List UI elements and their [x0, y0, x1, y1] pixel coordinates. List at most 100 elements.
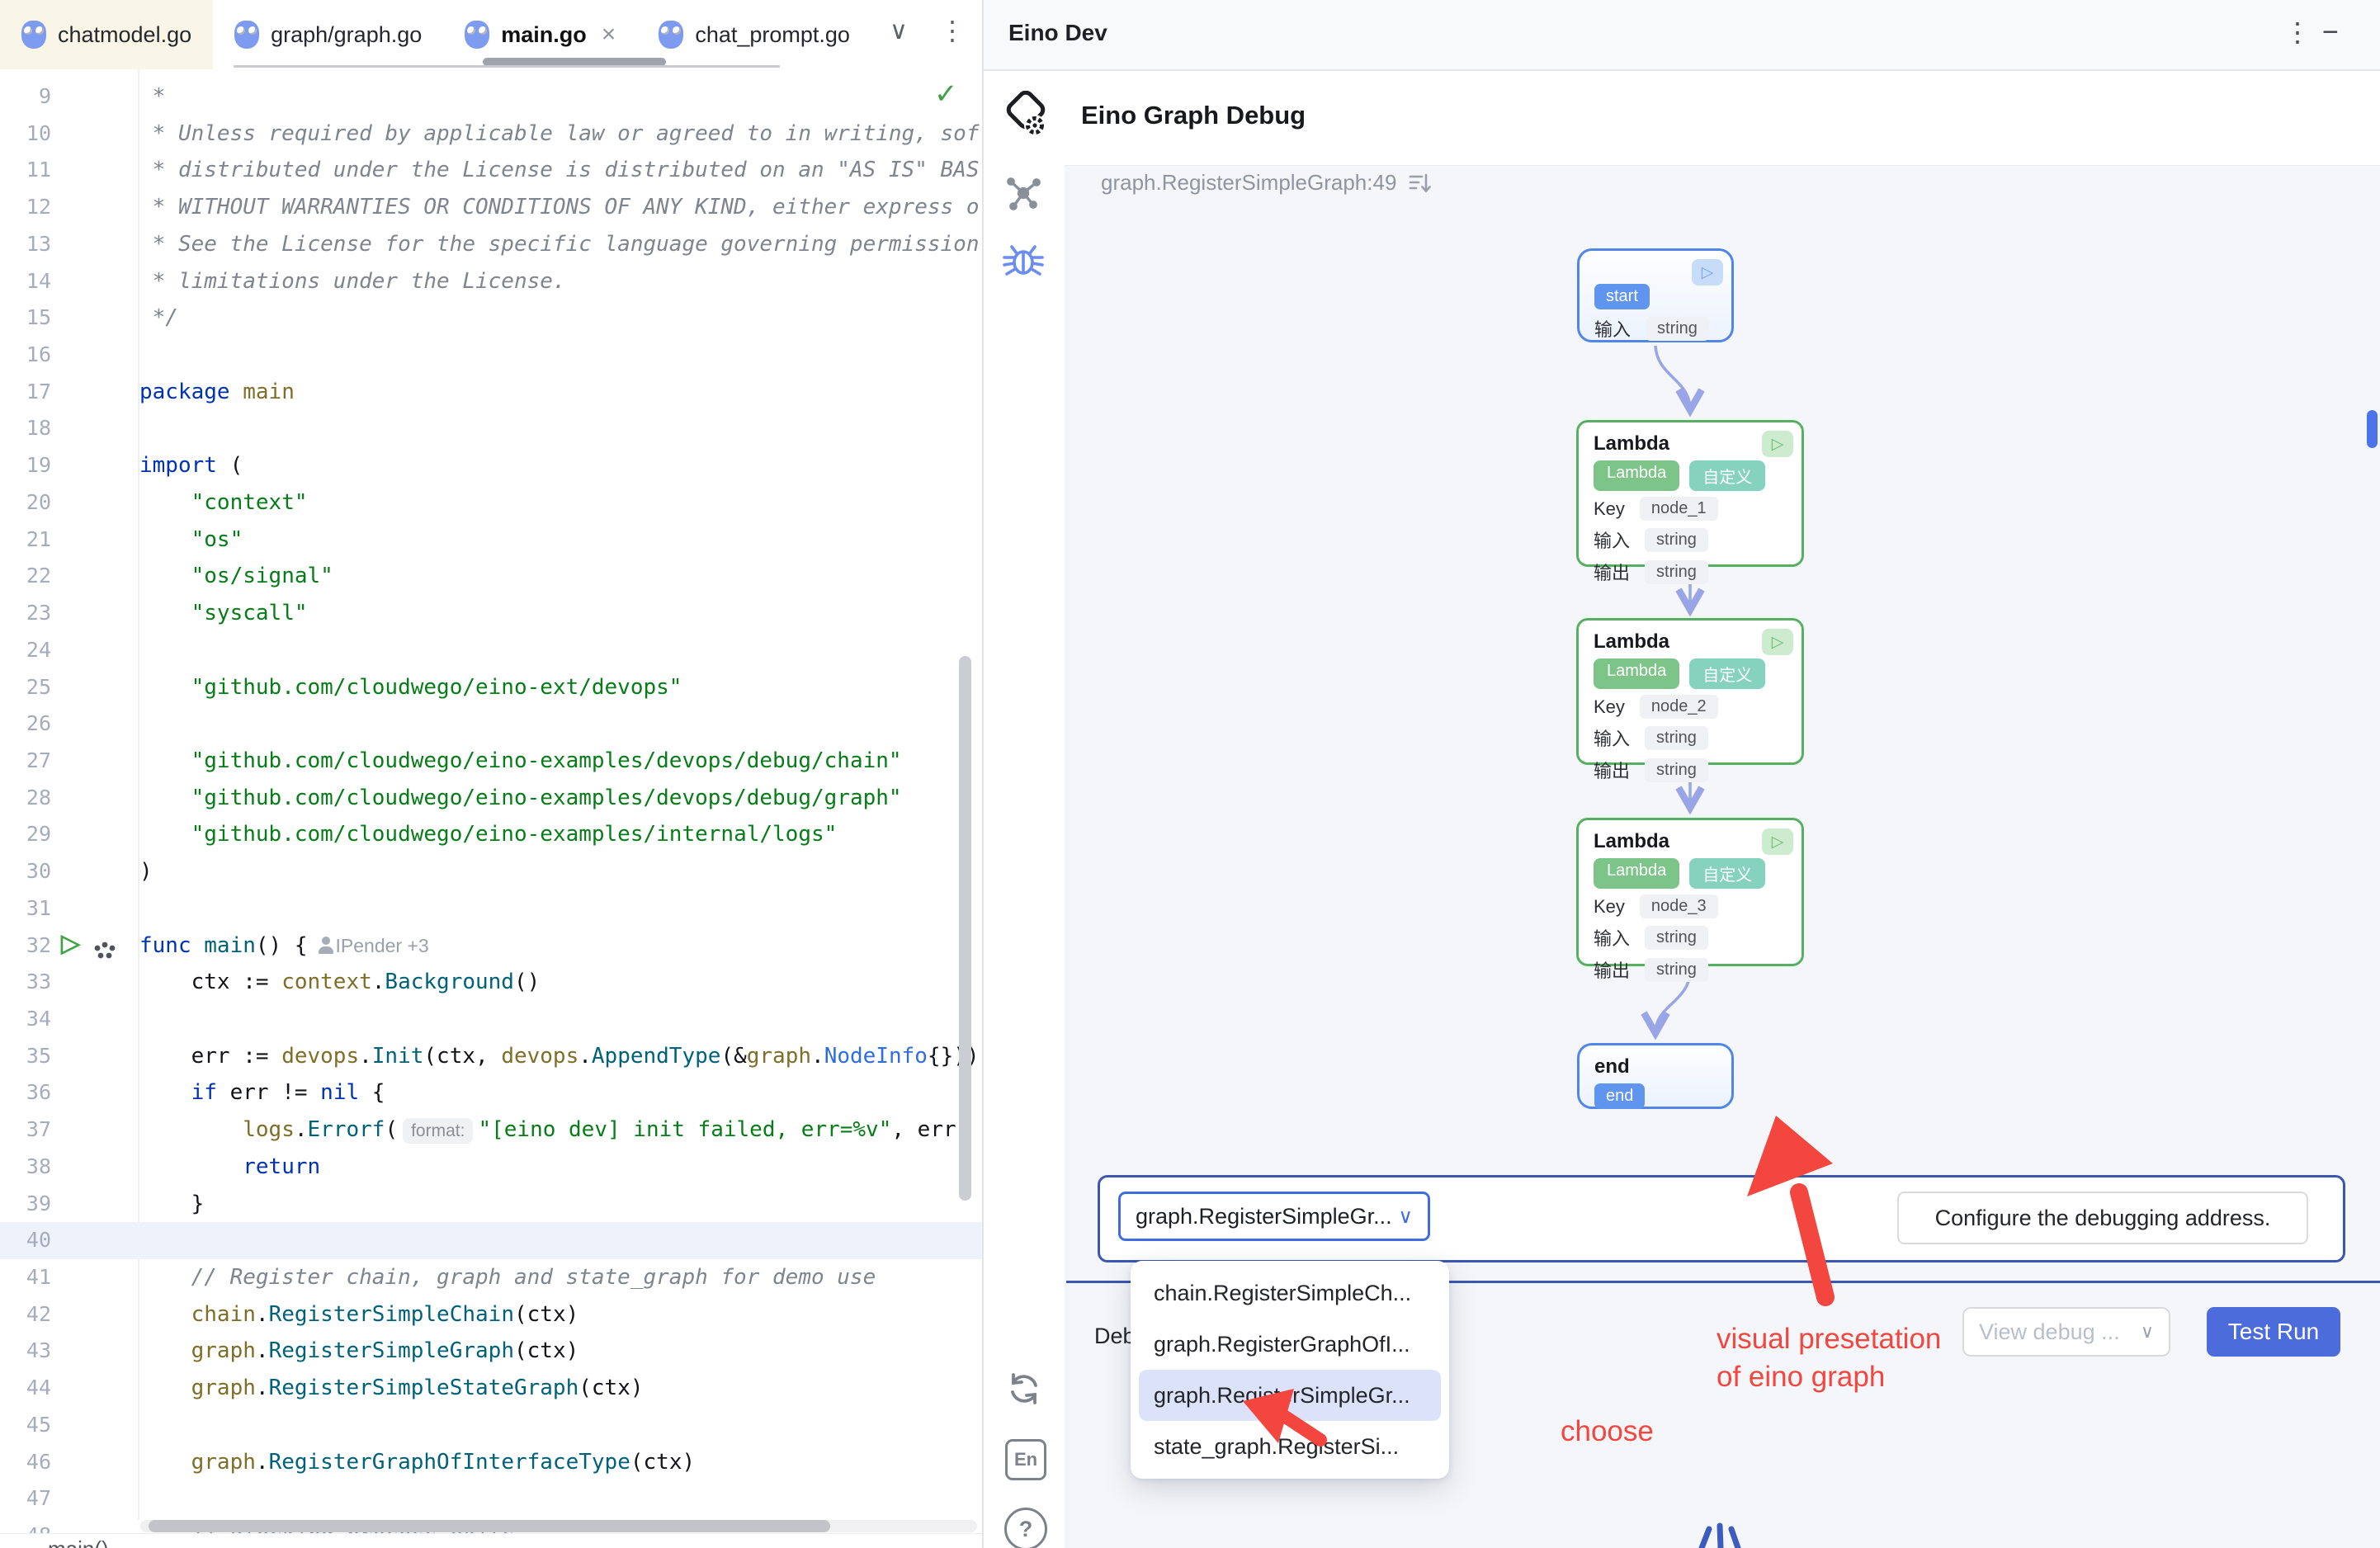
- code-line-46[interactable]: 46 graph.RegisterGraphOfInterfaceType(ct…: [0, 1444, 982, 1481]
- graph-node-node_1[interactable]: Lambda▷Lambda自定义Keynode_1输入string输出strin…: [1576, 420, 1804, 567]
- code-line-45[interactable]: 45: [0, 1407, 982, 1444]
- code-line-47[interactable]: 47: [0, 1480, 982, 1517]
- code-line-10[interactable]: 10 * Unless required by applicable law o…: [0, 116, 982, 153]
- code-line-17[interactable]: 17package main: [0, 374, 982, 411]
- node-field-label: 输入: [1594, 315, 1631, 342]
- code-line-37[interactable]: 37 logs.Errorf(format:"[eino dev] init f…: [0, 1111, 982, 1149]
- line-number: 15: [0, 300, 51, 337]
- menu-item-3[interactable]: state_graph.RegisterSi...: [1131, 1421, 1449, 1472]
- line-number: 25: [0, 669, 51, 706]
- code-line-25[interactable]: 25 "github.com/cloudwego/eino-ext/devops…: [0, 669, 982, 706]
- node-play-icon[interactable]: ▷: [1762, 431, 1793, 457]
- code-line-35[interactable]: 35 err := devops.Init(ctx, devops.Append…: [0, 1038, 982, 1075]
- code-lines[interactable]: 9 *10 * Unless required by applicable la…: [0, 78, 982, 1533]
- code-line-14[interactable]: 14 * limitations under the License.: [0, 263, 982, 300]
- tab-chatmodel.go[interactable]: chatmodel.go: [0, 0, 213, 69]
- line-number: 33: [0, 964, 51, 1001]
- menu-item-0[interactable]: chain.RegisterSimpleCh...: [1131, 1267, 1449, 1319]
- line-number: 32: [0, 927, 51, 965]
- panel-minimize-icon[interactable]: −: [2322, 17, 2339, 49]
- graph-node-node_3[interactable]: Lambda▷Lambda自定义Keynode_3输入string输出strin…: [1576, 818, 1804, 966]
- code-line-44[interactable]: 44 graph.RegisterSimpleStateGraph(ctx): [0, 1370, 982, 1407]
- code-line-15[interactable]: 15 */: [0, 300, 982, 337]
- code-line-32[interactable]: 32func main() {IPender +3: [0, 927, 982, 965]
- code-line-26[interactable]: 26: [0, 706, 982, 743]
- orchestration-graph-icon[interactable]: [1003, 175, 1043, 213]
- editor-vertical-scrollbar[interactable]: [959, 656, 971, 1201]
- node-field-value: string: [1645, 726, 1708, 750]
- code-line-20[interactable]: 20 "context": [0, 484, 982, 522]
- line-number: 28: [0, 780, 51, 817]
- line-number: 39: [0, 1186, 51, 1223]
- line-number: 43: [0, 1333, 51, 1370]
- code-line-22[interactable]: 22 "os/signal": [0, 558, 982, 595]
- profiler-run-icon[interactable]: [92, 941, 117, 962]
- menu-item-1[interactable]: graph.RegisterGraphOfI...: [1131, 1319, 1449, 1370]
- code-line-43[interactable]: 43 graph.RegisterSimpleGraph(ctx): [0, 1333, 982, 1370]
- graph-node-node_2[interactable]: Lambda▷Lambda自定义Keynode_2输入string输出strin…: [1576, 618, 1804, 765]
- sort-list-icon[interactable]: [1408, 171, 1433, 196]
- editor-horizontal-scrollbar[interactable]: [149, 1520, 830, 1532]
- code-line-9[interactable]: 9 *: [0, 78, 982, 116]
- view-debug-select[interactable]: View debug ... ∨: [1962, 1307, 2170, 1357]
- graph-node-start[interactable]: ▷start输入string: [1577, 248, 1734, 342]
- node-play-icon[interactable]: ▷: [1762, 629, 1793, 655]
- code-line-24[interactable]: 24: [0, 632, 982, 669]
- view-debug-value: View debug ...: [1979, 1319, 2141, 1345]
- eino-logo-icon[interactable]: [1000, 91, 1050, 142]
- node-play-icon[interactable]: ▷: [1692, 259, 1723, 286]
- configure-address-button[interactable]: Configure the debugging address.: [1897, 1192, 2308, 1244]
- tab-options-kebab-icon[interactable]: ⋮: [939, 15, 966, 46]
- inspections-ok-check-icon[interactable]: ✓: [934, 78, 958, 111]
- code-line-27[interactable]: 27 "github.com/cloudwego/eino-examples/d…: [0, 743, 982, 780]
- code-line-36[interactable]: 36 if err != nil {: [0, 1074, 982, 1111]
- code-line-16[interactable]: 16: [0, 337, 982, 374]
- code-line-19[interactable]: 19import (: [0, 447, 982, 484]
- help-icon[interactable]: ?: [1004, 1508, 1047, 1548]
- line-number: 10: [0, 116, 51, 153]
- code-line-11[interactable]: 11 * distributed under the License is di…: [0, 152, 982, 189]
- code-line-13[interactable]: 13 * See the License for the specific la…: [0, 226, 982, 263]
- code-line-33[interactable]: 33 ctx := context.Background(): [0, 964, 982, 1001]
- debug-bug-icon[interactable]: [1000, 239, 1046, 282]
- line-number: 14: [0, 263, 51, 300]
- node-play-icon[interactable]: ▷: [1762, 828, 1793, 855]
- panel-options-kebab-icon[interactable]: ⋮: [2284, 17, 2311, 48]
- tab-chat_prompt.go[interactable]: chat_prompt.go: [637, 0, 871, 69]
- line-number: 12: [0, 189, 51, 226]
- code-line-21[interactable]: 21 "os": [0, 522, 982, 559]
- test-run-button[interactable]: Test Run: [2207, 1307, 2340, 1357]
- canvas-scrollbar[interactable]: [2367, 410, 2378, 448]
- code-line-39[interactable]: 39 }: [0, 1186, 982, 1223]
- code-line-31[interactable]: 31: [0, 890, 982, 927]
- code-line-40[interactable]: 40: [0, 1222, 982, 1259]
- panel-header: Eino Dev ⋮ −: [984, 0, 2380, 71]
- tab-graph/graph.go[interactable]: graph/graph.go: [213, 0, 443, 69]
- code-line-28[interactable]: 28 "github.com/cloudwego/eino-examples/d…: [0, 780, 982, 817]
- node-type-badge: Lambda: [1594, 460, 1679, 491]
- code-line-42[interactable]: 42 chain.RegisterSimpleChain(ctx): [0, 1296, 982, 1333]
- code-line-12[interactable]: 12 * WITHOUT WARRANTIES OR CONDITIONS OF…: [0, 189, 982, 226]
- graph-node-end[interactable]: endend: [1577, 1043, 1734, 1109]
- close-tab-icon[interactable]: ×: [602, 21, 616, 49]
- code-line-41[interactable]: 41 // Register chain, graph and state_gr…: [0, 1259, 982, 1296]
- node-title: Lambda: [1594, 830, 1787, 853]
- code-line-18[interactable]: 18: [0, 410, 982, 447]
- run-main-icon[interactable]: ▷: [61, 929, 80, 958]
- menu-item-2[interactable]: graph.RegisterSimpleGr...: [1139, 1370, 1441, 1421]
- language-en-icon[interactable]: En: [1005, 1439, 1046, 1480]
- debug-target[interactable]: graph.RegisterSimpleGraph:49: [1101, 170, 1396, 196]
- graph-select[interactable]: graph.RegisterSimpleGr... ∨: [1118, 1192, 1430, 1241]
- refresh-icon[interactable]: [1005, 1370, 1043, 1408]
- code-line-29[interactable]: 29 "github.com/cloudwego/eino-examples/i…: [0, 816, 982, 853]
- code-line-23[interactable]: 23 "syscall": [0, 595, 982, 632]
- debug-target-row: graph.RegisterSimpleGraph:49: [1101, 170, 1433, 196]
- line-number: 19: [0, 447, 51, 484]
- code-line-38[interactable]: 38 return: [0, 1149, 982, 1186]
- line-number: 40: [0, 1222, 51, 1259]
- code-line-30[interactable]: 30): [0, 853, 982, 890]
- breadcrumb[interactable]: main(): [48, 1536, 109, 1548]
- code-editor[interactable]: 9 *10 * Unless required by applicable la…: [0, 69, 982, 1533]
- hidden-tabs-chevron-icon[interactable]: ∨: [890, 17, 908, 45]
- code-line-34[interactable]: 34: [0, 1001, 982, 1038]
